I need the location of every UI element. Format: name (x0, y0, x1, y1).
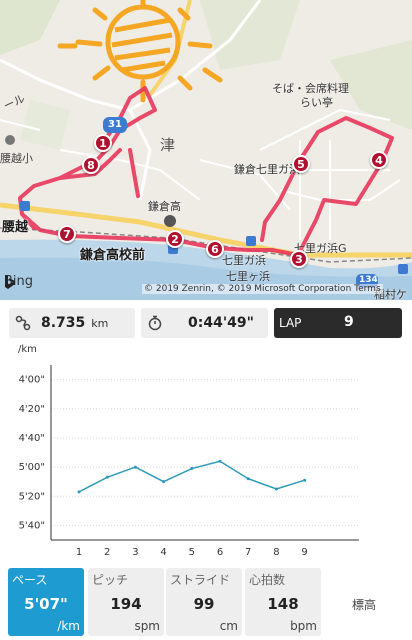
pace-series-line (78, 460, 305, 493)
lap-marker[interactable]: 8 (82, 156, 100, 174)
bing-attribution: Bing (4, 274, 33, 289)
map-label-shichirigahama-station: 七里ガ浜 (222, 254, 266, 267)
pace-data-point (77, 490, 81, 494)
duration-value: 0:44'49" (188, 315, 254, 331)
lap-marker[interactable]: 4 (370, 151, 388, 169)
lap-marker[interactable]: 1 (94, 134, 112, 152)
tab-pitch-unit: spm (134, 619, 160, 633)
chart-y-tick-label: 4'40" (19, 433, 45, 444)
chart-x-tick-label: 9 (301, 547, 307, 558)
lap-marker[interactable]: 2 (166, 230, 184, 248)
summary-stats-bar: 8.735 km 0:44'49" LAP 9 (0, 308, 412, 340)
chart-x-tick-label: 6 (217, 547, 223, 558)
map-copyright[interactable]: © 2019 Zenrin, © 2019 Microsoft Corporat… (142, 284, 383, 294)
station-inamuragasaki-icon (398, 264, 408, 274)
route-distance-icon (15, 315, 31, 331)
tab-pitch-label: ピッチ (92, 573, 129, 587)
map-label-tsu: 津 (160, 136, 176, 154)
lap-count-box[interactable]: LAP 9 (274, 308, 402, 338)
map-label-koshigoe: 腰越 (2, 220, 29, 235)
tab-elevation[interactable]: 標高 (352, 596, 376, 613)
road-number-31: 31 (108, 119, 122, 130)
map-label-kamakura-high: 鎌倉高 (148, 200, 181, 213)
tab-pace[interactable]: ペース 5'07" /km (8, 568, 84, 636)
pace-data-point (246, 477, 250, 481)
lap-marker[interactable]: 7 (58, 225, 76, 243)
pace-data-point (133, 465, 137, 469)
stopwatch-icon (148, 315, 162, 331)
lap-label: LAP (279, 316, 302, 330)
lap-marker[interactable]: 6 (206, 240, 224, 258)
pace-chart-svg: /km 4'00" 4'20" 4'40" 5'00" 5'20" 5'40" 1 2 3 4 5… (18, 344, 359, 558)
pace-data-point (303, 478, 307, 482)
lap-marker[interactable]: 5 (292, 155, 310, 173)
map-label-shichirigahama-coast: 七里ヶ浜 (226, 270, 270, 283)
tab-pace-unit: /km (57, 619, 80, 633)
chart-y-tick-label: 4'20" (19, 404, 45, 415)
map-background (0, 0, 412, 300)
chart-y-tick-label: 5'40" (19, 520, 45, 531)
metric-tabs: ペース 5'07" /km ピッチ 194 spm ストライド 99 cm 心拍… (0, 566, 412, 640)
station-koshigoe-icon (20, 201, 30, 211)
tab-heart-rate-value: 148 (267, 595, 299, 613)
map-label-kamakura-koukoumae: 鎌倉高校前 (80, 248, 146, 263)
pace-data-point (105, 475, 109, 479)
chart-y-axis-label: /km (18, 344, 37, 355)
chart-x-tick-label: 3 (132, 547, 138, 558)
map-label-raitei: らい亭 (300, 96, 333, 109)
chart-x-tick-label: 5 (189, 547, 195, 558)
chart-x-tick-label: 1 (76, 547, 82, 558)
tab-pitch-value: 194 (110, 595, 142, 613)
chart-x-tick-label: 7 (245, 547, 251, 558)
distance-unit: km (91, 316, 109, 330)
lap-pace-chart: /km 4'00" 4'20" 4'40" 5'00" 5'20" 5'40" 1 2 3 4 5… (0, 340, 412, 565)
tab-stride-value: 99 (193, 595, 215, 613)
tab-heart-rate-label: 心拍数 (249, 573, 286, 587)
chart-x-tick-label: 8 (273, 547, 279, 558)
route-map[interactable]: ール 31 134 そば・会席料理 らい亭 津 鎌倉高 鎌倉七里ガ浜 七里ガ浜G… (0, 0, 412, 300)
poi-school-icon (164, 215, 176, 227)
tab-heart-rate-unit: bpm (290, 619, 317, 633)
chart-y-tick-label: 5'00" (19, 462, 45, 473)
chart-y-tick-label: 5'20" (19, 491, 45, 502)
lap-marker[interactable]: 3 (290, 250, 308, 268)
poi-koshigoe-school-icon (5, 135, 15, 145)
chart-y-tick-label: 4'00" (19, 375, 45, 386)
pace-data-point (190, 467, 194, 471)
station-shichirigahama-icon (246, 236, 256, 246)
pace-data-point (162, 480, 166, 484)
tab-pace-value: 5'07" (24, 595, 68, 613)
duration-stat: 0:44'49" (141, 308, 268, 338)
tab-stride[interactable]: ストライド 99 cm (166, 568, 242, 636)
bing-logo-icon (5, 275, 15, 289)
chart-x-tick-label: 2 (104, 547, 110, 558)
pace-data-point (274, 487, 278, 491)
tab-pace-label: ペース (12, 573, 48, 587)
tab-pitch[interactable]: ピッチ 194 spm (88, 568, 164, 636)
tab-heart-rate[interactable]: 心拍数 148 bpm (245, 568, 321, 636)
map-label-kamakura-shichirigahama: 鎌倉七里ガ浜 (234, 163, 300, 176)
lap-value: 9 (344, 314, 354, 330)
chart-x-tick-label: 4 (160, 547, 166, 558)
distance-stat: 8.735 km (9, 308, 135, 338)
tab-stride-label: ストライド (170, 573, 231, 587)
map-label-koshigoe-school: 腰越小 (0, 152, 33, 165)
pace-data-point (218, 459, 222, 463)
tab-stride-unit: cm (219, 619, 238, 633)
distance-value: 8.735 (41, 315, 86, 331)
